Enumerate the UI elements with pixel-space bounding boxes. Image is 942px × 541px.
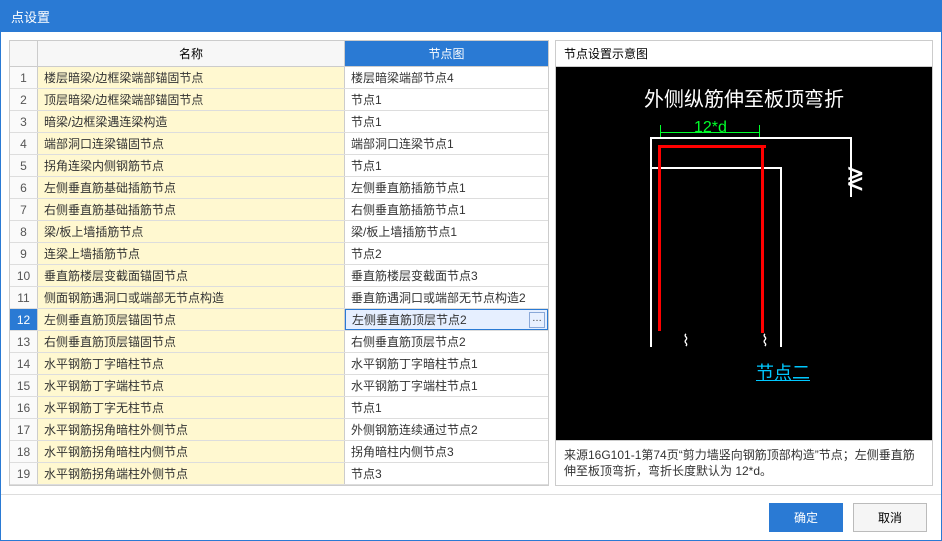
row-number: 3 (10, 111, 38, 132)
dialog-window: 点设置 名称 节点图 1楼层暗梁/边框梁端部锚固节点楼层暗梁端部节点4…2顶层暗… (0, 0, 942, 541)
content-area: 名称 节点图 1楼层暗梁/边框梁端部锚固节点楼层暗梁端部节点4…2顶层暗梁/边框… (1, 32, 941, 494)
cell-name[interactable]: 拐角连梁内侧钢筋节点 (38, 155, 345, 176)
header-rownum (10, 41, 38, 66)
cell-diagram[interactable]: 节点1… (345, 111, 548, 132)
row-number: 16 (10, 397, 38, 418)
cell-name[interactable]: 水平钢筋丁字端柱节点 (38, 375, 345, 396)
preview-description: 来源16G101-1第74页“剪力墙竖向钢筋顶部构造”节点；左侧垂直筋伸至板顶弯… (556, 440, 932, 485)
cell-name[interactable]: 右侧垂直筋基础插筋节点 (38, 199, 345, 220)
cell-diagram[interactable]: 左侧垂直筋插筋节点1… (345, 177, 548, 198)
cell-diagram[interactable]: 右侧垂直筋顶层节点2… (345, 331, 548, 352)
row-number: 7 (10, 199, 38, 220)
cell-name[interactable]: 水平钢筋丁字无柱节点 (38, 397, 345, 418)
table-row[interactable]: 9连梁上墙插筋节点节点2… (10, 243, 548, 265)
row-number: 8 (10, 221, 38, 242)
cell-diagram[interactable]: 节点2… (345, 243, 548, 264)
row-number: 12 (10, 309, 38, 330)
row-number: 2 (10, 89, 38, 110)
cell-name[interactable]: 垂直筋楼层变截面锚固节点 (38, 265, 345, 286)
cell-name[interactable]: 楼层暗梁/边框梁端部锚固节点 (38, 67, 345, 88)
cell-name[interactable]: 连梁上墙插筋节点 (38, 243, 345, 264)
cell-diagram[interactable]: 节点1… (345, 155, 548, 176)
cell-name[interactable]: 顶层暗梁/边框梁端部锚固节点 (38, 89, 345, 110)
cell-diagram[interactable]: 拐角暗柱内侧节点3… (345, 441, 548, 462)
table-row[interactable]: 2顶层暗梁/边框梁端部锚固节点节点1… (10, 89, 548, 111)
cell-diagram[interactable]: 楼层暗梁端部节点4… (345, 67, 548, 88)
cell-name[interactable]: 左侧垂直筋基础插筋节点 (38, 177, 345, 198)
cell-name[interactable]: 水平钢筋拐角端柱外侧节点 (38, 463, 345, 484)
row-number: 1 (10, 67, 38, 88)
cell-name[interactable]: 水平钢筋拐角暗柱内侧节点 (38, 441, 345, 462)
table-row[interactable]: 11侧面钢筋遇洞口或端部无节点构造垂直筋遇洞口或端部无节点构造2… (10, 287, 548, 309)
cell-name[interactable]: 梁/板上墙插筋节点 (38, 221, 345, 242)
row-number: 5 (10, 155, 38, 176)
table-row[interactable]: 13右侧垂直筋顶层锚固节点右侧垂直筋顶层节点2… (10, 331, 548, 353)
table-row[interactable]: 3暗梁/边框梁遇连梁构造节点1… (10, 111, 548, 133)
grid-body[interactable]: 1楼层暗梁/边框梁端部锚固节点楼层暗梁端部节点4…2顶层暗梁/边框梁端部锚固节点… (10, 67, 548, 485)
table-row[interactable]: 4端部洞口连梁锚固节点端部洞口连梁节点1… (10, 133, 548, 155)
row-number: 11 (10, 287, 38, 308)
table-row[interactable]: 6左侧垂直筋基础插筋节点左侧垂直筋插筋节点1… (10, 177, 548, 199)
dimension-label: 12*d (694, 119, 727, 137)
cell-diagram[interactable]: 节点3… (345, 463, 548, 484)
table-row[interactable]: 8梁/板上墙插筋节点梁/板上墙插筋节点1… (10, 221, 548, 243)
cell-diagram[interactable]: 节点1… (345, 89, 548, 110)
table-row[interactable]: 10垂直筋楼层变截面锚固节点垂直筋楼层变截面节点3… (10, 265, 548, 287)
row-number: 9 (10, 243, 38, 264)
table-row[interactable]: 12左侧垂直筋顶层锚固节点左侧垂直筋顶层节点2… (10, 309, 548, 331)
cell-name[interactable]: 水平钢筋丁字暗柱节点 (38, 353, 345, 374)
preview-canvas: 外侧纵筋伸至板顶弯折 12*d ≷ ⌇ ⌇ 节点二 (556, 67, 932, 440)
row-number: 15 (10, 375, 38, 396)
cell-diagram[interactable]: 端部洞口连梁节点1… (345, 133, 548, 154)
ok-button[interactable]: 确定 (769, 503, 843, 532)
table-row[interactable]: 14水平钢筋丁字暗柱节点水平钢筋丁字暗柱节点1… (10, 353, 548, 375)
cell-diagram[interactable]: 右侧垂直筋插筋节点1… (345, 199, 548, 220)
table-row[interactable]: 16水平钢筋丁字无柱节点节点1… (10, 397, 548, 419)
row-number: 6 (10, 177, 38, 198)
cell-diagram[interactable]: 水平钢筋丁字端柱节点1… (345, 375, 548, 396)
row-number: 14 (10, 353, 38, 374)
table-row[interactable]: 19水平钢筋拐角端柱外侧节点节点3… (10, 463, 548, 485)
header-name[interactable]: 名称 (38, 41, 345, 66)
break-symbol-icon: ≷ (846, 160, 864, 196)
cell-name[interactable]: 端部洞口连梁锚固节点 (38, 133, 345, 154)
table-row[interactable]: 1楼层暗梁/边框梁端部锚固节点楼层暗梁端部节点4… (10, 67, 548, 89)
row-number: 4 (10, 133, 38, 154)
preview-title: 节点设置示意图 (556, 41, 932, 67)
cell-diagram[interactable]: 梁/板上墙插筋节点1… (345, 221, 548, 242)
table-row[interactable]: 17水平钢筋拐角暗柱外侧节点外侧钢筋连续通过节点2… (10, 419, 548, 441)
diagram-heading: 外侧纵筋伸至板顶弯折 (556, 67, 932, 112)
cell-diagram[interactable]: 垂直筋楼层变截面节点3… (345, 265, 548, 286)
table-row[interactable]: 18水平钢筋拐角暗柱内侧节点拐角暗柱内侧节点3… (10, 441, 548, 463)
diagram-link[interactable]: 节点二 (756, 359, 810, 385)
cell-name[interactable]: 侧面钢筋遇洞口或端部无节点构造 (38, 287, 345, 308)
cell-name[interactable]: 右侧垂直筋顶层锚固节点 (38, 331, 345, 352)
cell-diagram[interactable]: 外侧钢筋连续通过节点2… (345, 419, 548, 440)
grid-header: 名称 节点图 (10, 41, 548, 67)
row-number: 10 (10, 265, 38, 286)
cell-diagram[interactable]: 水平钢筋丁字暗柱节点1… (345, 353, 548, 374)
row-number: 19 (10, 463, 38, 484)
cancel-button[interactable]: 取消 (853, 503, 927, 532)
table-row[interactable]: 5拐角连梁内侧钢筋节点节点1… (10, 155, 548, 177)
header-diagram[interactable]: 节点图 (345, 41, 548, 66)
row-number: 13 (10, 331, 38, 352)
cell-name[interactable]: 水平钢筋拐角暗柱外侧节点 (38, 419, 345, 440)
break-symbol-bottom-icon: ⌇ ⌇ (682, 331, 769, 351)
dialog-title: 点设置 (1, 1, 941, 32)
preview-panel: 节点设置示意图 外侧纵筋伸至板顶弯折 12*d ≷ ⌇ ⌇ 节点二 来源16G1… (555, 40, 933, 486)
table-row[interactable]: 15水平钢筋丁字端柱节点水平钢筋丁字端柱节点1… (10, 375, 548, 397)
cell-diagram[interactable]: 节点1… (345, 397, 548, 418)
cell-diagram[interactable]: 垂直筋遇洞口或端部无节点构造2… (345, 287, 548, 308)
table-row[interactable]: 7右侧垂直筋基础插筋节点右侧垂直筋插筋节点1… (10, 199, 548, 221)
ellipsis-button[interactable]: … (529, 312, 545, 328)
dialog-footer: 确定 取消 (1, 494, 941, 540)
row-number: 18 (10, 441, 38, 462)
cell-diagram[interactable]: 左侧垂直筋顶层节点2… (345, 309, 548, 330)
grid-panel: 名称 节点图 1楼层暗梁/边框梁端部锚固节点楼层暗梁端部节点4…2顶层暗梁/边框… (9, 40, 549, 486)
row-number: 17 (10, 419, 38, 440)
cell-name[interactable]: 暗梁/边框梁遇连梁构造 (38, 111, 345, 132)
cell-name[interactable]: 左侧垂直筋顶层锚固节点 (38, 309, 345, 330)
